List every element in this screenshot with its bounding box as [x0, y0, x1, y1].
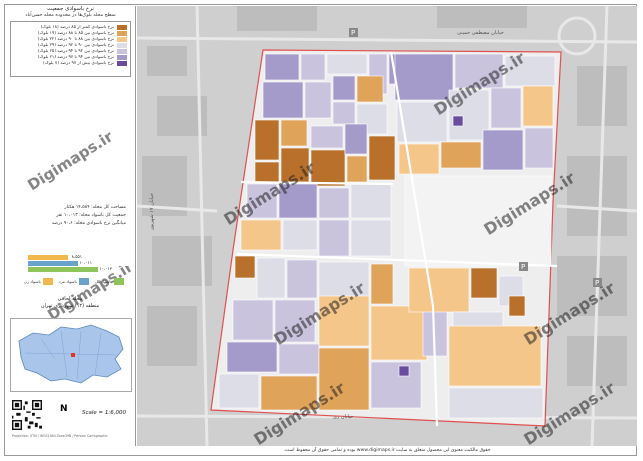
page: نرخ باسوادی جمعیت سطح محله بلوک‌ها در مح… [0, 0, 643, 461]
stat-population: جمعیت کل باسواد محله: ۱۰،۰۱۳ نفر [56, 213, 126, 218]
stat-bar: ۸،۵۵۱ [28, 254, 82, 260]
people-icon [113, 278, 124, 285]
inset-subtitle: منطقه (۱۲) شهرداری تهران [40, 303, 100, 309]
legend-subtitle: سطح محله بلوک‌ها در محدوده محله حسن‌آباد [25, 13, 116, 18]
icon-item: باسواد زن [24, 278, 53, 285]
legend-swatch [117, 36, 127, 42]
legend-swatch [117, 24, 127, 30]
legend-label: نرخ باسوادی بین ۸۵ تا ۸۸ درصد (۱۹ بلوک) [37, 30, 114, 36]
svg-text:P: P [521, 263, 525, 271]
legend-row: نرخ باسوادی بیش از ۹۷ درصد (۷ بلوک) [14, 60, 127, 66]
inset-title-text: محله لحافی [57, 296, 83, 302]
legend-label: نرخ باسوادی بین ۹۲ تا ۹۴ درصد (۲۵ بلوک) [37, 48, 114, 54]
bar-label: ۱۰،۰۱۳ [99, 266, 112, 271]
street-label: خیابان مصطفی خمینی [457, 30, 504, 36]
stats-block: مساحت کل محله: ۱۴،۵۸۴ هکتار جمعیت کل باس… [28, 204, 126, 228]
map-svg: Digimaps.ir Digimaps.ir Digimaps.ir Digi… [137, 6, 637, 446]
legend-label: نرخ باسوادی بیش از ۹۷ درصد (۷ بلوک) [43, 60, 114, 66]
map-footer-block: N Scale = 1:6,000 Projection: UTM / WGS1… [10, 398, 130, 438]
legend-swatch [117, 48, 127, 54]
watermark-text: Digimaps.ir [24, 127, 116, 194]
legend-label: نرخ باسوادی بین ۹۰ تا ۹۲ درصد (۲۹ بلوک) [37, 42, 114, 48]
legend-label: نرخ باسوادی بین ۹۴ تا ۹۷ درصد (۲۱ بلوک) [37, 54, 114, 60]
female-icon [42, 278, 53, 285]
stat-literate: میانگین نرخ باسوادی محله: ۹۰،۶ درصد [51, 221, 126, 226]
legend-swatch [117, 54, 127, 60]
location-marker [71, 353, 75, 357]
qr-code [12, 400, 42, 430]
bar-label: ۸،۵۵۱ [71, 254, 82, 259]
legend-label: نرخ باسوادی کمتر از ۸۵ درصد (۱۸ بلوک) [40, 24, 114, 30]
stat-bar: ۱۰،۰۱۱ [28, 260, 92, 266]
scale-text: Scale = 1:6,000 [82, 410, 126, 416]
legend-swatch [117, 42, 127, 48]
parking-icon: P [349, 28, 358, 37]
svg-text:P: P [595, 279, 599, 287]
inset-svg [11, 319, 131, 391]
icon-item: باسواد مرد [59, 278, 89, 285]
map-canvas[interactable]: Digimaps.ir Digimaps.ir Digimaps.ir Digi… [137, 6, 637, 446]
street-label: خیابان ۱۷ شهریور [149, 193, 155, 231]
north-arrow: N [60, 404, 68, 414]
legend-title: نرخ باسوادی جمعیت [47, 6, 94, 12]
stat-icons: باسواد زن باسواد مرد باسواد کل [24, 278, 124, 285]
north-icon: N [60, 404, 68, 414]
inset-map [10, 318, 132, 392]
icon-label: باسواد مرد [58, 279, 77, 284]
icon-item: باسواد کل [95, 278, 124, 285]
credit-text: Projection: UTM / WGS1984 Zone39N / Pers… [12, 434, 108, 438]
legend-label: نرخ باسوادی بین ۸۸ تا ۹۰ درصد (۲۲ بلوک) [37, 36, 114, 42]
stat-bar: ۱۰،۰۱۳ [28, 266, 112, 272]
watermark-legend: Digimaps.ir [24, 127, 116, 194]
stat-bars: ۸،۵۵۱ ۱۰،۰۱۱ ۱۰،۰۱۳ [28, 254, 113, 273]
stat-area: مساحت کل محله: ۱۴،۵۸۴ هکتار [64, 205, 126, 210]
icon-label: باسواد کل [94, 279, 112, 284]
bar-label: ۱۰،۰۱۱ [79, 260, 92, 265]
legend-swatch [117, 30, 127, 36]
inset-title: محله لحافی منطقه (۱۲) شهرداری تهران [6, 296, 134, 310]
legend-classes: نرخ باسوادی کمتر از ۸۵ درصد (۱۸ بلوک) نر… [10, 21, 131, 77]
icon-label: باسواد زن [24, 279, 41, 284]
male-icon [78, 278, 89, 285]
svg-text:P: P [351, 29, 355, 37]
parking-icon: P [519, 262, 528, 271]
street-label: خیابان ری [333, 414, 354, 420]
parking-icon: P [593, 278, 602, 287]
legend-swatch [117, 60, 127, 66]
copyright-footer: حقوق مالکیت معنوی این محصول متعلق به سای… [283, 448, 491, 453]
